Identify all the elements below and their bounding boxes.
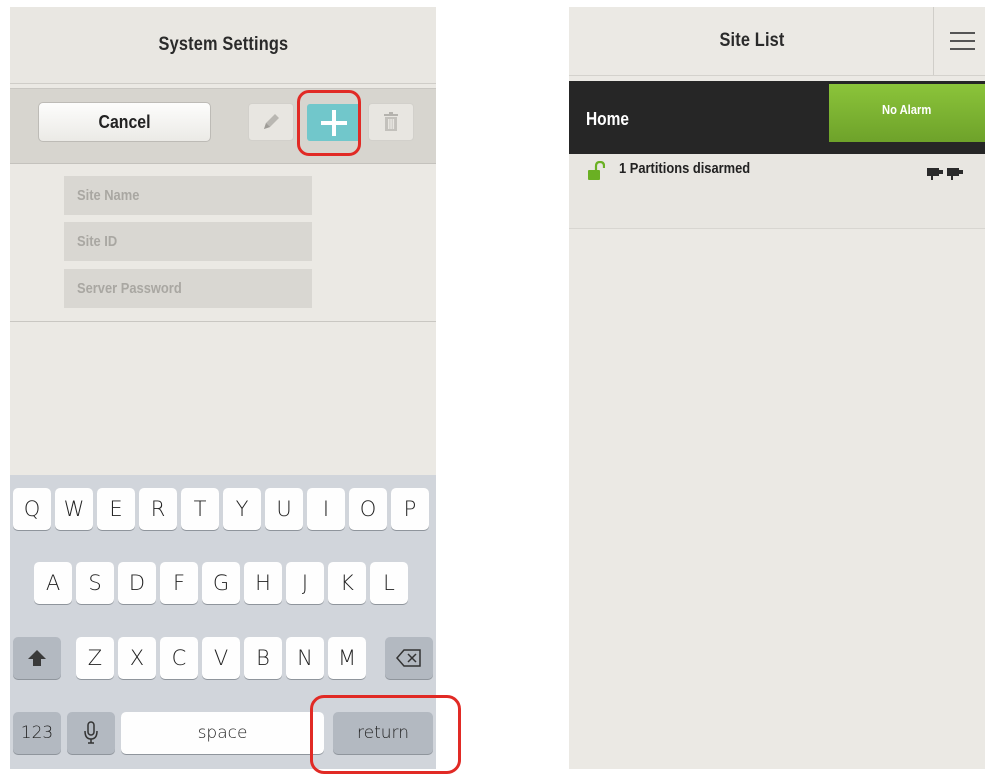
key-b[interactable]: B	[244, 637, 282, 679]
trash-icon	[384, 112, 398, 131]
key-t[interactable]: T	[181, 488, 219, 530]
site-name: Home	[586, 109, 630, 129]
delete-button[interactable]	[368, 103, 414, 141]
key-n[interactable]: N	[286, 637, 324, 679]
partition-row[interactable]: 1 Partitions disarmed	[569, 154, 985, 229]
key-k[interactable]: K	[328, 562, 366, 604]
numbers-key[interactable]: 123	[13, 712, 61, 754]
add-button-highlight	[297, 90, 361, 156]
edit-button[interactable]	[248, 103, 294, 141]
return-key-highlight	[310, 695, 461, 774]
key-j[interactable]: J	[286, 562, 324, 604]
pencil-icon	[264, 114, 279, 129]
site-id-placeholder: Site ID	[77, 233, 118, 250]
key-e[interactable]: E	[97, 488, 135, 530]
key-d[interactable]: D	[118, 562, 156, 604]
cancel-button-label: Cancel	[98, 111, 151, 132]
key-z[interactable]: Z	[76, 637, 114, 679]
key-v[interactable]: V	[202, 637, 240, 679]
key-m[interactable]: M	[328, 637, 366, 679]
unlocked-padlock-icon	[588, 161, 605, 180]
navigation-bar: Site List	[569, 7, 985, 76]
navigation-bar: System Settings	[10, 7, 436, 84]
toolbar: Cancel	[10, 88, 436, 164]
key-f[interactable]: F	[160, 562, 198, 604]
menu-separator	[933, 7, 934, 75]
key-p[interactable]: P	[391, 488, 429, 530]
site-row-home[interactable]: Home No Alarm	[569, 81, 985, 154]
key-x[interactable]: X	[118, 637, 156, 679]
microphone-icon	[84, 721, 98, 744]
key-w[interactable]: W	[55, 488, 93, 530]
shift-key[interactable]	[13, 637, 61, 679]
server-password-placeholder: Server Password	[77, 280, 182, 297]
site-name-field[interactable]: Site Name	[64, 176, 312, 215]
alarm-status-badge: No Alarm	[829, 84, 985, 142]
key-g[interactable]: G	[202, 562, 240, 604]
key-c[interactable]: C	[160, 637, 198, 679]
page-title: System Settings	[158, 34, 288, 55]
space-key[interactable]: space	[121, 712, 324, 754]
key-s[interactable]: S	[76, 562, 114, 604]
microphone-key[interactable]	[67, 712, 115, 754]
system-settings-screen: System Settings Cancel Site Name Site ID…	[10, 7, 436, 769]
backspace-icon	[396, 649, 421, 667]
key-r[interactable]: R	[139, 488, 177, 530]
site-form: Site Name Site ID Server Password	[10, 162, 436, 322]
hamburger-menu-icon[interactable]	[947, 29, 977, 53]
shift-arrow-icon	[28, 650, 46, 666]
key-i[interactable]: I	[307, 488, 345, 530]
partition-status-text: 1 Partitions disarmed	[619, 160, 751, 177]
site-name-placeholder: Site Name	[77, 187, 140, 204]
page-title: Site List	[719, 30, 785, 51]
camera-icon[interactable]	[926, 165, 966, 181]
key-q[interactable]: Q	[13, 488, 51, 530]
backspace-key[interactable]	[385, 637, 433, 679]
key-u[interactable]: U	[265, 488, 303, 530]
alarm-status-label: No Alarm	[882, 102, 932, 117]
key-h[interactable]: H	[244, 562, 282, 604]
key-y[interactable]: Y	[223, 488, 261, 530]
server-password-field[interactable]: Server Password	[64, 269, 312, 308]
site-list-screen: Site List Home No Alarm 1 Partitions dis…	[569, 7, 985, 769]
site-id-field[interactable]: Site ID	[64, 222, 312, 261]
key-a[interactable]: A	[34, 562, 72, 604]
key-o[interactable]: O	[349, 488, 387, 530]
cancel-button[interactable]: Cancel	[38, 102, 211, 142]
key-l[interactable]: L	[370, 562, 408, 604]
